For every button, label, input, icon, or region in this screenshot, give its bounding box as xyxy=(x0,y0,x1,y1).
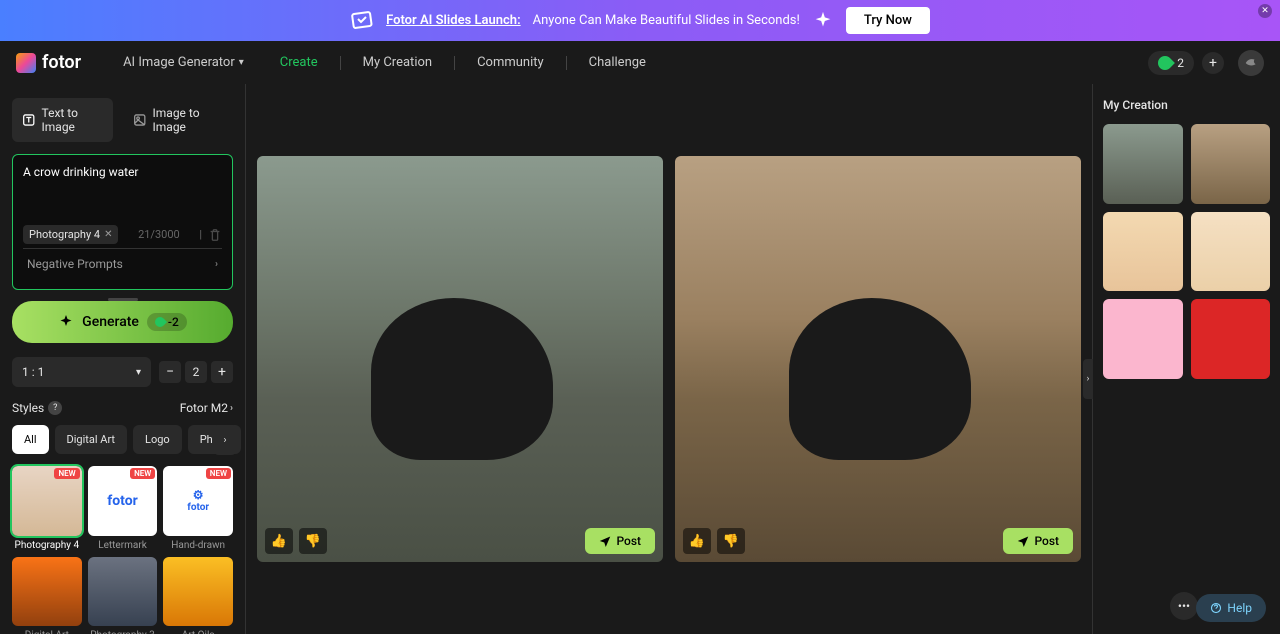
panel-collapse-button[interactable]: › xyxy=(1083,359,1093,399)
style-item-2[interactable]: ⚙fotorNEWHand-drawn xyxy=(163,466,233,551)
send-icon xyxy=(599,535,611,547)
logo[interactable]: fotor xyxy=(16,52,81,73)
send-icon xyxy=(1017,535,1029,547)
right-panel: My Creation xyxy=(1092,84,1280,634)
help-icon xyxy=(1210,602,1222,614)
nav-create[interactable]: Create xyxy=(266,55,332,70)
quantity-control: − 2 + xyxy=(159,357,233,387)
nav-ai-generator[interactable]: AI Image Generator▾ xyxy=(109,55,258,70)
try-now-button[interactable]: Try Now xyxy=(846,7,930,34)
sidebar: Text to Image Image to Image Photography… xyxy=(0,84,246,634)
style-chip: Photography 4 ✕ xyxy=(23,225,118,244)
aspect-ratio-select[interactable]: 1 : 1 ▾ xyxy=(12,357,151,387)
leaf-icon xyxy=(1155,53,1175,73)
creation-thumb-2[interactable] xyxy=(1191,124,1271,204)
chevron-down-icon: ▾ xyxy=(136,367,141,378)
creation-thumb-1[interactable] xyxy=(1103,124,1183,204)
negative-prompts-toggle[interactable]: Negative Prompts › xyxy=(23,248,222,279)
qty-value: 2 xyxy=(185,361,207,383)
filter-logo[interactable]: Logo xyxy=(133,425,182,454)
prompt-input[interactable] xyxy=(23,165,222,215)
slides-icon xyxy=(350,9,374,33)
qty-decrease-button[interactable]: − xyxy=(159,361,181,383)
add-credits-button[interactable]: + xyxy=(1202,52,1224,74)
logo-icon xyxy=(16,53,36,73)
promo-banner: Fotor AI Slides Launch: Anyone Can Make … xyxy=(0,0,1280,41)
nav-challenge[interactable]: Challenge xyxy=(575,55,660,70)
creation-thumb-3[interactable] xyxy=(1103,212,1183,292)
canvas: 👍 👎 Post 👍 👎 Post › xyxy=(246,84,1092,634)
creation-thumb-4[interactable] xyxy=(1191,212,1271,292)
post-button[interactable]: Post xyxy=(1003,528,1073,554)
text-icon xyxy=(22,112,36,128)
top-nav: fotor AI Image Generator▾ Create My Crea… xyxy=(0,41,1280,84)
style-filters: All Digital Art Logo Photo › xyxy=(12,425,233,454)
clear-prompt-button[interactable] xyxy=(208,228,222,242)
styles-label: Styles ? xyxy=(12,401,62,415)
thumbs-up-button[interactable]: 👍 xyxy=(683,528,711,554)
style-item-1[interactable]: fotorNEWLettermark xyxy=(88,466,158,551)
help-button[interactable]: Help xyxy=(1196,594,1266,622)
filters-scroll-right[interactable]: › xyxy=(213,425,237,455)
credits-count: 2 xyxy=(1177,56,1184,70)
user-avatar[interactable] xyxy=(1238,50,1264,76)
creation-thumb-6[interactable] xyxy=(1191,299,1271,379)
generated-image-1[interactable]: 👍 👎 Post xyxy=(257,156,663,562)
style-grid: NEWPhotography 4fotorNEWLettermark⚙fotor… xyxy=(12,466,233,634)
chip-remove-button[interactable]: ✕ xyxy=(104,229,112,240)
magic-icon xyxy=(58,314,74,330)
generate-button[interactable]: Generate -2 xyxy=(12,301,233,343)
generated-image-2[interactable]: 👍 👎 Post xyxy=(675,156,1081,562)
right-panel-title: My Creation xyxy=(1103,98,1270,112)
banner-subtitle: Anyone Can Make Beautiful Slides in Seco… xyxy=(533,13,800,28)
qty-increase-button[interactable]: + xyxy=(211,361,233,383)
style-item-0[interactable]: NEWPhotography 4 xyxy=(12,466,82,551)
style-item-4[interactable]: Photography 3 xyxy=(88,557,158,634)
tab-text-to-image[interactable]: Text to Image xyxy=(12,98,113,142)
post-button[interactable]: Post xyxy=(585,528,655,554)
nav-mycreation[interactable]: My Creation xyxy=(349,55,446,70)
filter-digital-art[interactable]: Digital Art xyxy=(55,425,128,454)
banner-title[interactable]: Fotor AI Slides Launch: xyxy=(386,13,521,28)
sparkle-icon xyxy=(812,10,834,32)
thumbs-down-button[interactable]: 👎 xyxy=(299,528,327,554)
style-item-3[interactable]: Digital Art xyxy=(12,557,82,634)
thumbs-up-button[interactable]: 👍 xyxy=(265,528,293,554)
prompt-container: Photography 4 ✕ 21/3000 | Negative Promp… xyxy=(12,154,233,290)
thumbs-down-button[interactable]: 👎 xyxy=(717,528,745,554)
char-counter: 21/3000 xyxy=(138,228,180,241)
style-item-5[interactable]: Art Oils xyxy=(163,557,233,634)
filter-all[interactable]: All xyxy=(12,425,49,454)
nav-community[interactable]: Community xyxy=(463,55,558,70)
leaf-icon xyxy=(153,315,167,329)
generate-cost: -2 xyxy=(147,313,187,331)
bird-icon xyxy=(1244,56,1258,70)
image-icon xyxy=(133,112,147,128)
tab-image-to-image[interactable]: Image to Image xyxy=(123,98,233,142)
model-selector[interactable]: Fotor M2 › xyxy=(180,401,233,415)
logo-text: fotor xyxy=(42,52,81,73)
chevron-right-icon: › xyxy=(215,259,218,270)
credits-pill[interactable]: 2 xyxy=(1148,51,1194,75)
creation-thumb-5[interactable] xyxy=(1103,299,1183,379)
more-menu-button[interactable]: ••• xyxy=(1170,592,1198,620)
info-icon[interactable]: ? xyxy=(48,401,62,415)
banner-close-button[interactable]: ✕ xyxy=(1258,4,1272,18)
chevron-right-icon: › xyxy=(230,403,233,414)
